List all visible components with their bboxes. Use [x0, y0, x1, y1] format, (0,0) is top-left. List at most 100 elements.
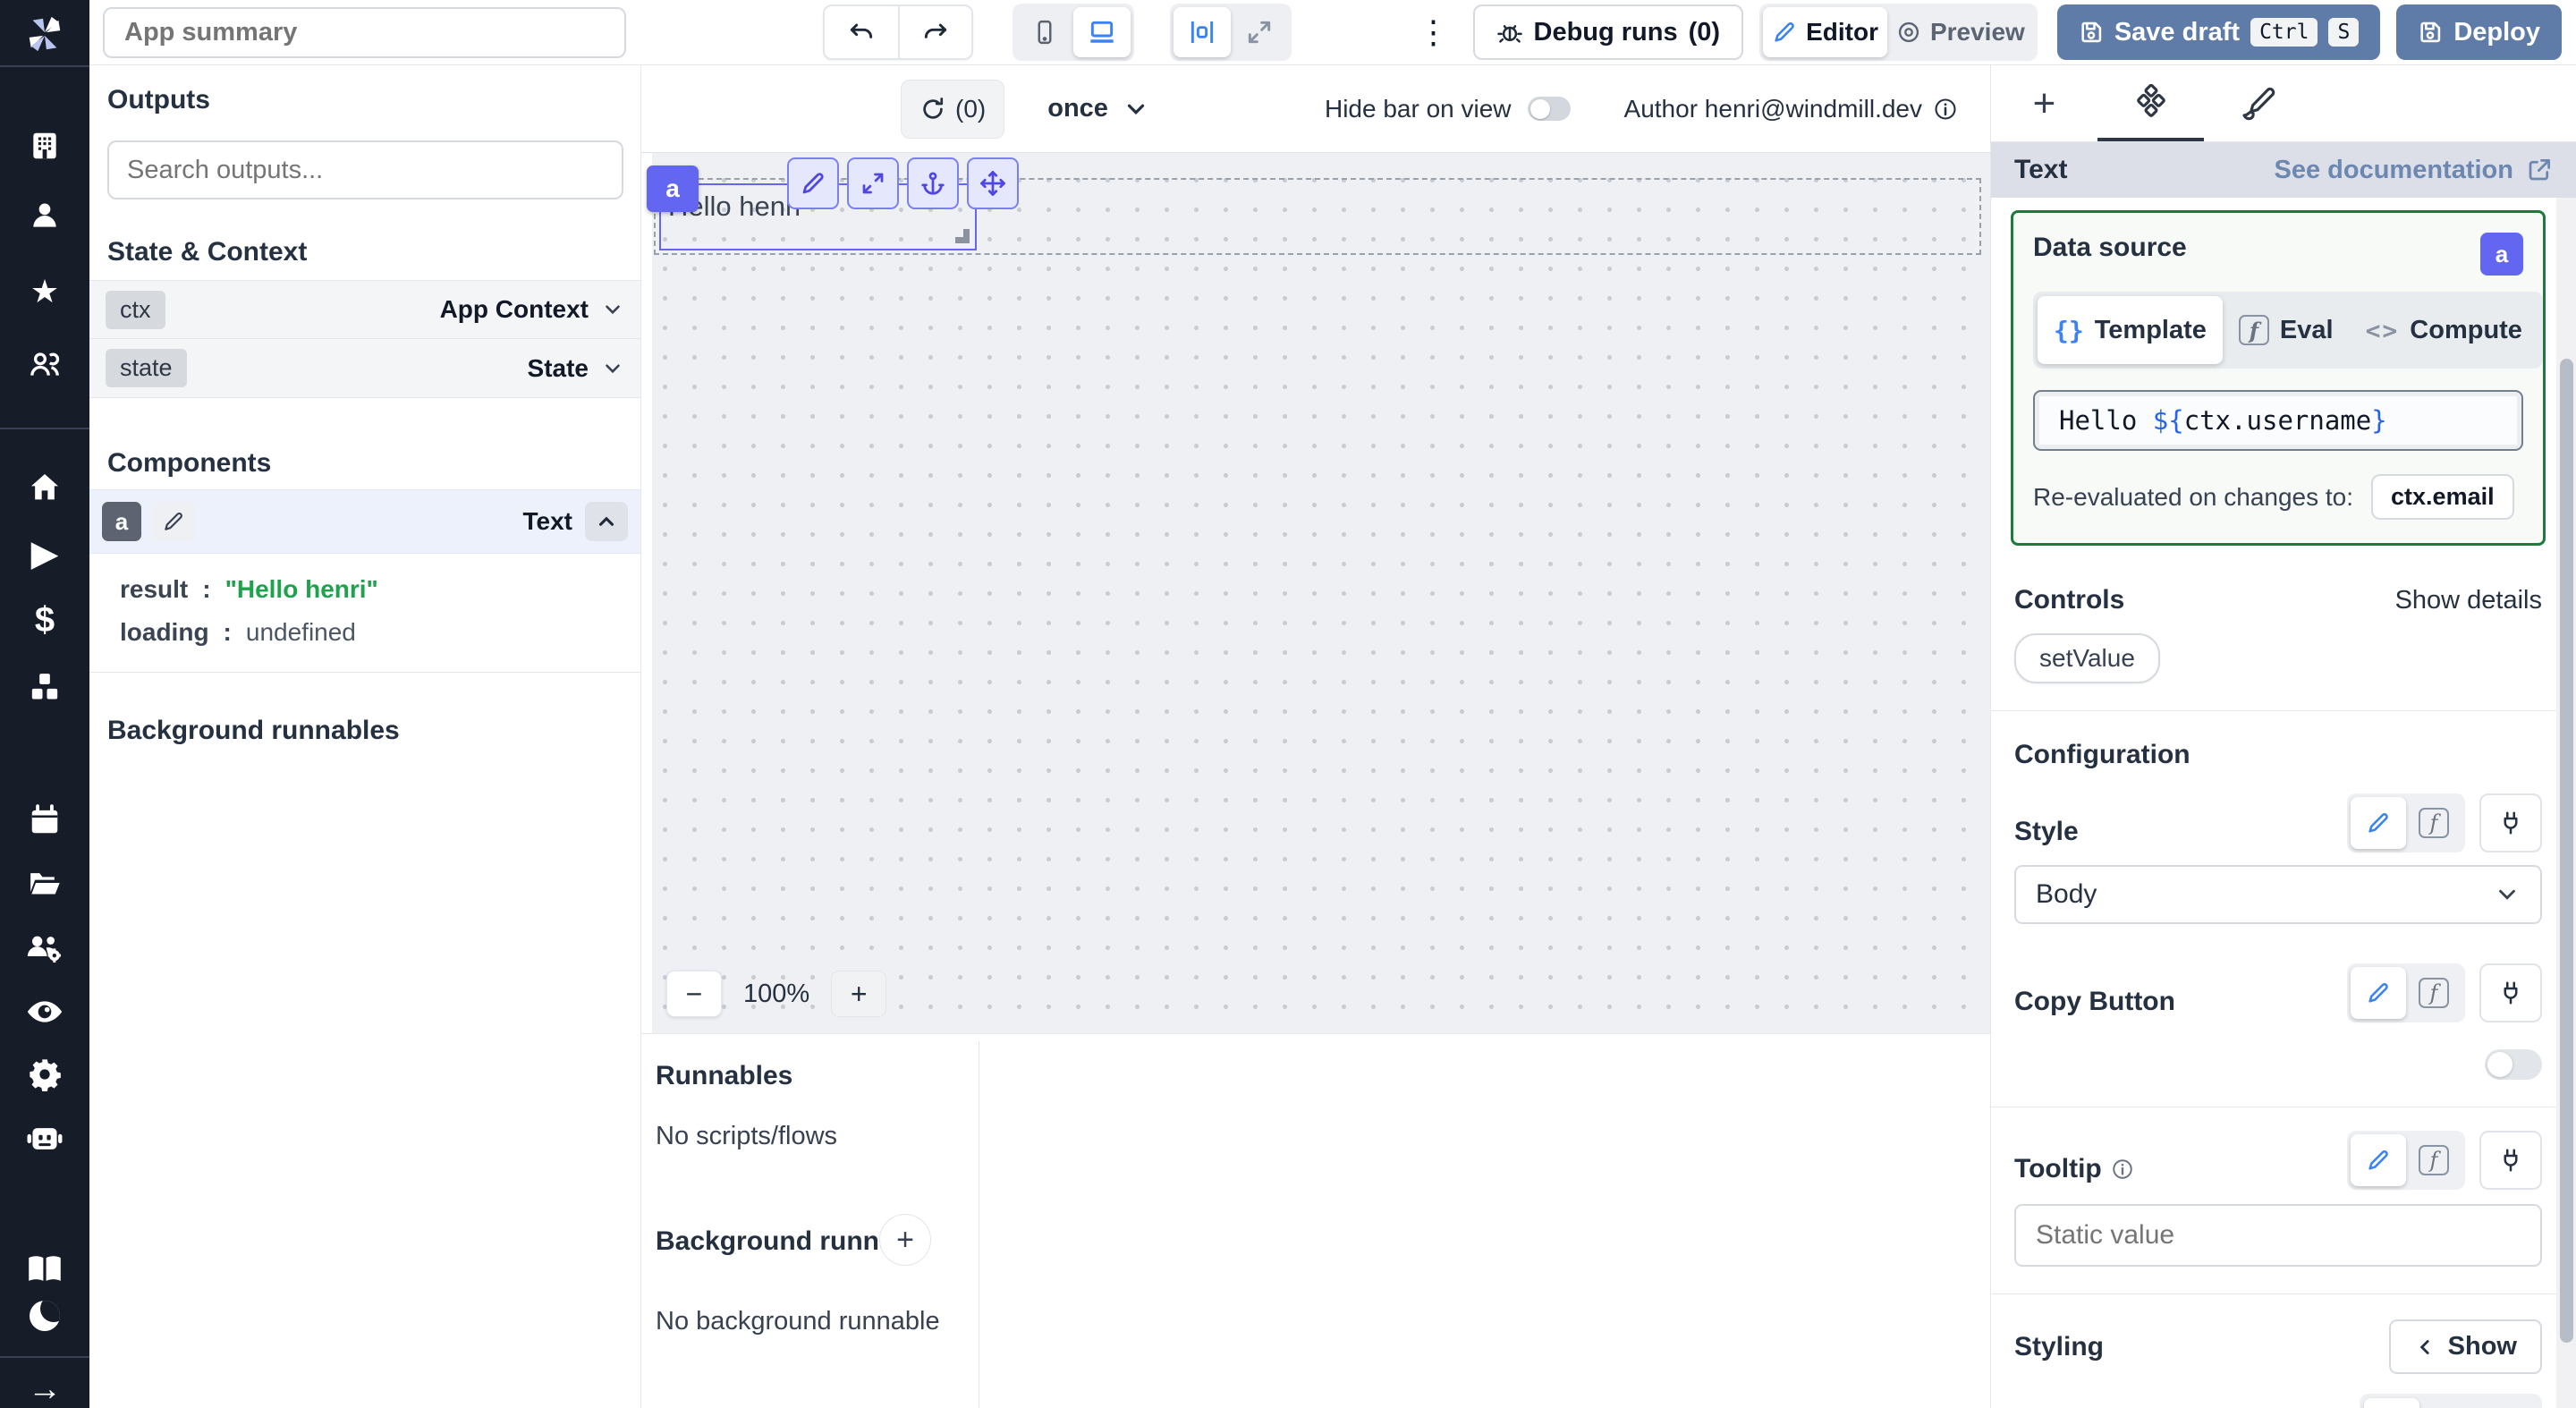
see-documentation-link[interactable]: See documentation — [2275, 156, 2554, 185]
sidebar-item-groups[interactable] — [0, 344, 89, 386]
show-details-link[interactable]: Show details — [2395, 586, 2542, 615]
hide-bar-toggle[interactable] — [1528, 97, 1571, 121]
styling-section: Styling Show Alignment — [2011, 1319, 2546, 1408]
centered-layout-button[interactable] — [1174, 7, 1231, 57]
plug-icon — [2497, 979, 2524, 1007]
prop-colon: : — [224, 618, 232, 647]
prop-value: "Hello henri" — [225, 575, 378, 604]
sidebar-item-schedules[interactable] — [0, 800, 89, 841]
sidebar-item-home[interactable] — [0, 467, 89, 508]
tooltip-value-input[interactable] — [2014, 1204, 2542, 1267]
expand-component-button[interactable] — [847, 157, 899, 209]
copy-button-toggle[interactable] — [2485, 1049, 2542, 1080]
tab-insert-component[interactable]: + — [1991, 65, 2097, 141]
sidebar-item-assistant[interactable] — [0, 1118, 89, 1159]
tab-component-settings[interactable] — [2097, 65, 2204, 141]
sidebar-item-user[interactable] — [0, 195, 89, 236]
align-center-h-button[interactable] — [2423, 1398, 2479, 1408]
sidebar-item-billing[interactable]: $ — [0, 599, 89, 640]
components-title: Components — [107, 448, 623, 479]
tab-theme-styling[interactable] — [2204, 65, 2310, 141]
save-draft-label: Save draft — [2114, 18, 2240, 47]
mobile-view-button[interactable] — [1016, 7, 1073, 57]
zoom-out-button[interactable]: − — [666, 971, 722, 1017]
zoom-in-button[interactable]: + — [831, 971, 886, 1017]
sidebar-item-audit[interactable] — [0, 991, 89, 1032]
desktop-view-button[interactable] — [1073, 7, 1131, 57]
prop-row-loading[interactable]: loading : undefined — [89, 611, 640, 654]
editor-tab[interactable]: Editor — [1763, 7, 1887, 57]
static-mode-button[interactable] — [2351, 1134, 2406, 1186]
collapse-component-button[interactable] — [585, 502, 628, 541]
static-mode-button[interactable] — [2351, 797, 2406, 849]
component-id-badge[interactable]: a — [647, 165, 699, 212]
reeval-dependency-pill[interactable]: ctx.email — [2371, 474, 2514, 520]
kbd-ctrl: Ctrl — [2250, 18, 2318, 47]
sidebar-item-favorites[interactable]: ★ — [0, 271, 89, 312]
output-row-ctx[interactable]: ctx App Context — [89, 280, 640, 339]
moon-icon — [30, 1301, 60, 1331]
play-icon: ▶ — [31, 536, 59, 572]
zoom-level: 100% — [743, 980, 809, 1009]
redo-button[interactable] — [898, 6, 971, 58]
sidebar-item-settings[interactable] — [0, 1054, 89, 1095]
windmill-logo-icon[interactable] — [0, 11, 89, 57]
eval-mode-button[interactable]: f — [2406, 797, 2462, 849]
compute-tab[interactable]: <> Compute — [2350, 296, 2538, 364]
deploy-save-icon — [2418, 20, 2443, 45]
template-tab[interactable]: {} Template — [2038, 296, 2223, 364]
eval-mode-button[interactable]: f — [2406, 967, 2462, 1019]
eval-tab[interactable]: f Eval — [2223, 296, 2350, 364]
data-source-title: Data source — [2033, 233, 2187, 263]
chevron-down-icon — [2494, 881, 2521, 908]
eval-mode-button[interactable]: f — [2406, 1134, 2462, 1186]
connect-copy-button[interactable] — [2479, 963, 2542, 1022]
move-component-button[interactable] — [967, 157, 1019, 209]
preview-tab[interactable]: Preview — [1887, 7, 2034, 57]
anchor-component-button[interactable] — [907, 157, 959, 209]
component-row-a[interactable]: a Text — [89, 489, 640, 554]
sidebar-item-workers[interactable] — [0, 927, 89, 968]
search-outputs-input[interactable] — [107, 140, 623, 199]
sidebar-item-workspace[interactable] — [0, 125, 89, 166]
dollar-icon: $ — [35, 602, 55, 638]
edit-component-id-button[interactable] — [152, 502, 195, 541]
resize-handle[interactable] — [955, 229, 970, 243]
sidebar-item-resources[interactable] — [0, 667, 89, 708]
align-right-button[interactable] — [2482, 1398, 2538, 1408]
edit-component-button[interactable] — [787, 157, 839, 209]
scrollbar-track[interactable] — [2556, 198, 2576, 1408]
fullwidth-layout-button[interactable] — [1231, 7, 1288, 57]
style-select[interactable]: Body — [2014, 865, 2542, 924]
schedule-dropdown[interactable]: once — [1047, 94, 1149, 123]
output-row-state[interactable]: state State — [89, 339, 640, 398]
code-open-brace: ${ — [2153, 405, 2184, 436]
chevron-left-icon — [2414, 1336, 2437, 1359]
add-background-runnable-button[interactable]: + — [879, 1214, 931, 1266]
setvalue-control-pill[interactable]: setValue — [2014, 633, 2160, 683]
align-left-button[interactable] — [2364, 1398, 2419, 1408]
scrollbar-thumb[interactable] — [2560, 359, 2573, 1343]
show-styling-button[interactable]: Show — [2389, 1319, 2542, 1374]
outputs-panel: Outputs State & Context ctx App Context … — [89, 65, 641, 1408]
sidebar-item-docs[interactable] — [0, 1249, 89, 1290]
dark-mode-toggle[interactable] — [0, 1295, 89, 1336]
template-expression-input[interactable]: Hello ${ctx.username} — [2033, 390, 2523, 451]
compute-label: Compute — [2410, 316, 2522, 345]
save-draft-button[interactable]: Save draft Ctrl S — [2057, 4, 2380, 60]
debug-runs-button[interactable]: Debug runs (0) — [1473, 4, 1744, 60]
pencil-icon — [800, 170, 826, 197]
collapse-sidebar-button[interactable]: → — [0, 1370, 89, 1408]
connect-tooltip-button[interactable] — [2479, 1131, 2542, 1190]
connect-style-button[interactable] — [2479, 793, 2542, 852]
app-canvas[interactable]: Hello henri a — [641, 152, 1990, 1033]
static-mode-button[interactable] — [2351, 967, 2406, 1019]
app-summary-input[interactable] — [103, 7, 626, 58]
undo-button[interactable] — [825, 6, 898, 58]
sidebar-item-folders[interactable] — [0, 862, 89, 903]
more-options-button[interactable]: ⋮ — [1418, 13, 1450, 51]
refresh-button[interactable]: (0) — [901, 80, 1004, 139]
deploy-button[interactable]: Deploy — [2396, 4, 2562, 60]
prop-row-result[interactable]: result : "Hello henri" — [89, 568, 640, 611]
sidebar-item-runs[interactable]: ▶ — [0, 533, 89, 574]
